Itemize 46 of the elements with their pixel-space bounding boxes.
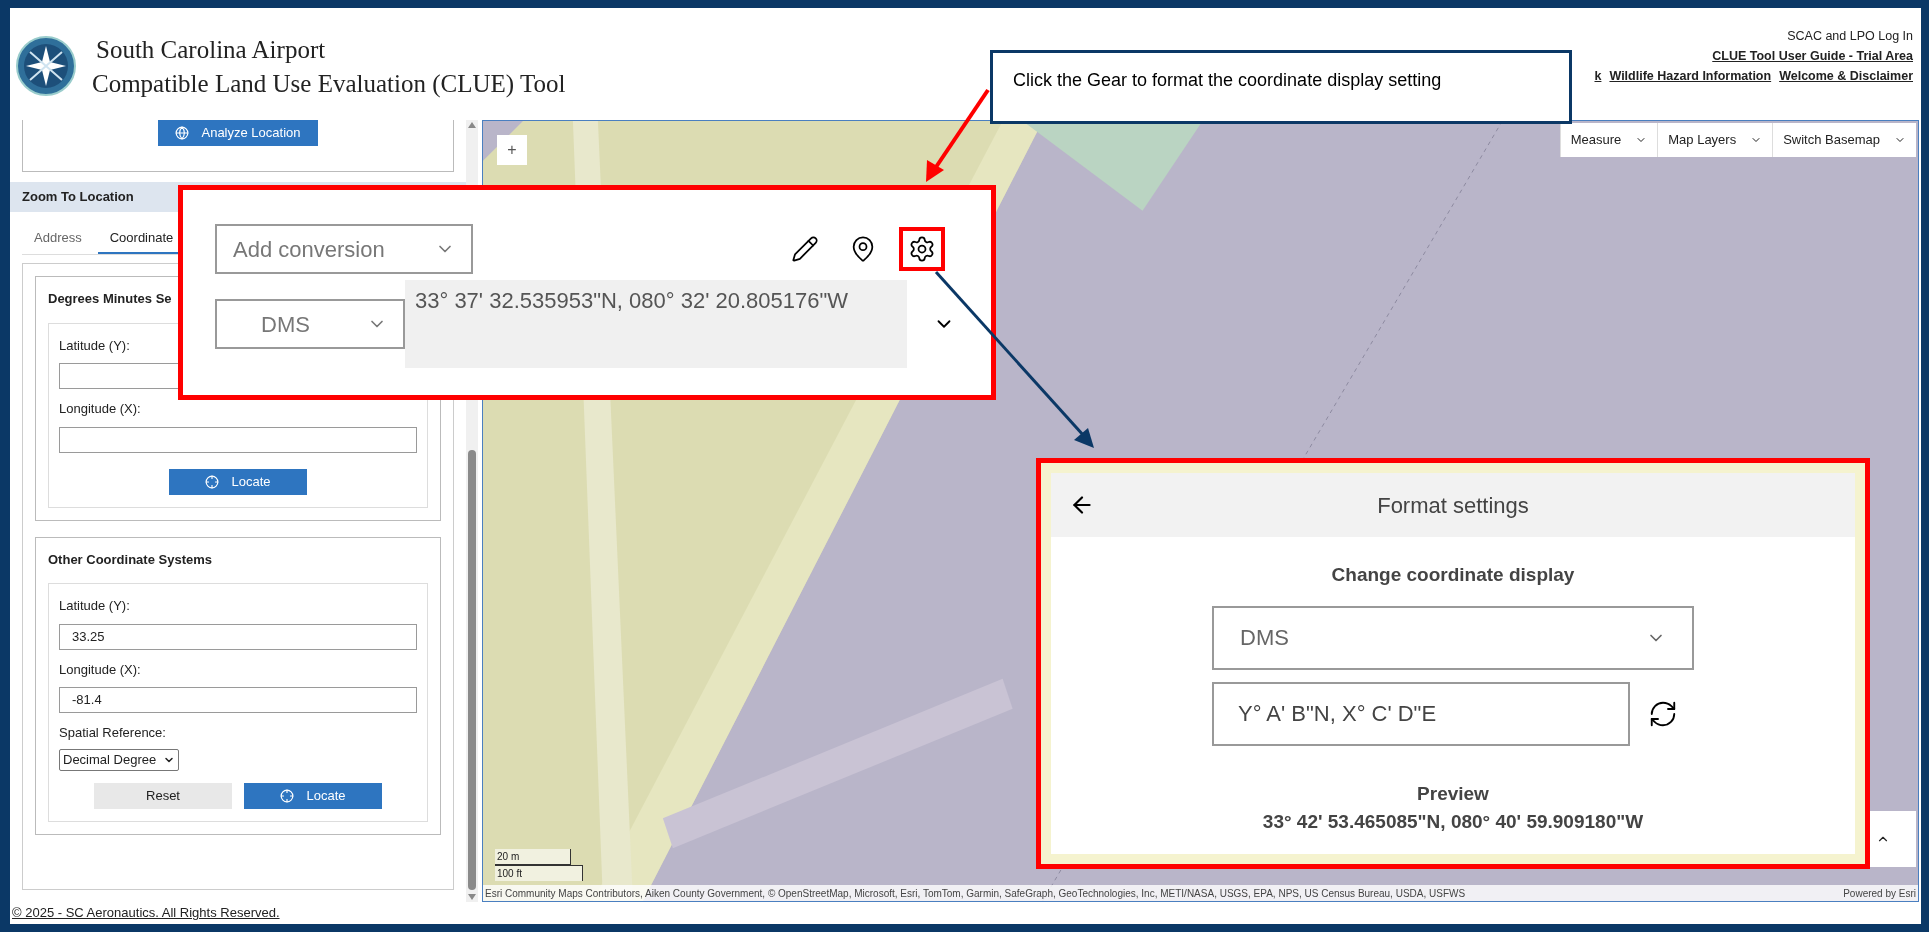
spatial-reference-select[interactable]: Decimal Degree (59, 748, 179, 771)
toolbar-dropdown[interactable]: Map Layers (1657, 123, 1773, 157)
zoom-in-button[interactable]: + (497, 135, 527, 165)
tab[interactable]: Address (22, 224, 94, 254)
settings-icon[interactable] (899, 227, 945, 271)
input-field[interactable]: 33.25 (59, 623, 417, 650)
site-title: Compatible Land Use Evaluation (CLUE) Tool (92, 70, 566, 98)
preview-label: Preview (1417, 781, 1489, 806)
coordinate-readout: 33° 37' 32.535953"N, 080° 32' 20.805176"W (405, 280, 907, 368)
reset-button[interactable]: Reset (94, 782, 232, 809)
toolbar-dropdown[interactable]: Switch Basemap (1772, 123, 1916, 157)
field-label: Longitude (X): (59, 660, 142, 679)
scale-bar: 20 m (495, 849, 571, 865)
user-guide-link[interactable]: CLUE Tool User Guide - Trial Area (1712, 46, 1913, 66)
format-dropdown[interactable]: DMS (215, 299, 405, 349)
crosshair-icon (280, 788, 295, 803)
nav-link[interactable]: Wildlife Hazard Information (1609, 66, 1772, 86)
field-label: Latitude (Y): (59, 336, 131, 355)
field-label: Longitude (X): (59, 400, 142, 418)
copyright-text: © 2025 - SC Aeronautics. All Rights Reserved. (12, 904, 280, 923)
input-field[interactable]: -81.4 (59, 687, 417, 713)
add-conversion-dropdown[interactable]: Add conversion (215, 224, 473, 274)
section-title: Zoom To Location (22, 188, 134, 207)
site-title: South Carolina Airport (96, 36, 327, 64)
attribution-text: Esri Community Maps Contributors, Aiken County Government, © OpenStreetMap, Microsoft, Esri, TomTom, Garmin, SafeGraph, GeoTechnologies, Inc, METI/NASA, USGS, EPA, NPS, US Census Bureau, USDA, USFWS (485, 886, 1466, 901)
locate-button[interactable]: Locate (244, 782, 382, 809)
analyze-location-button[interactable]: Analyze Location (158, 120, 318, 146)
powered-by-text: Powered by Esri (1843, 886, 1916, 901)
globe-icon (175, 126, 190, 140)
nav-link[interactable]: k (1594, 66, 1602, 86)
preview-text: 33° 42' 53.465085"N, 080° 40' 59.909180"W (1262, 810, 1644, 834)
scale-bar: 100 ft (495, 865, 583, 881)
login-link[interactable]: SCAC and LPO Log In (1787, 26, 1913, 46)
group-title: Other Coordinate Systems (48, 550, 213, 569)
field-label: Latitude (Y): (59, 597, 131, 615)
pattern-input[interactable]: Y° A' B"N, X° C' D"E (1212, 681, 1630, 746)
locate-button[interactable]: Locate (169, 468, 307, 495)
panel-title: Format settings (1377, 491, 1529, 520)
input-field[interactable] (59, 426, 417, 453)
crosshair-icon (205, 474, 220, 489)
nav-link[interactable]: Welcome & Disclaimer (1779, 66, 1913, 86)
panel-subtitle: Change coordinate display (1331, 563, 1575, 587)
pencil-icon[interactable] (791, 235, 819, 263)
field-label: Spatial Reference: (59, 724, 167, 742)
format-dropdown[interactable]: DMS (1212, 605, 1694, 670)
callout-text: Click the Gear to format the coordinate display setting (1013, 70, 1442, 90)
